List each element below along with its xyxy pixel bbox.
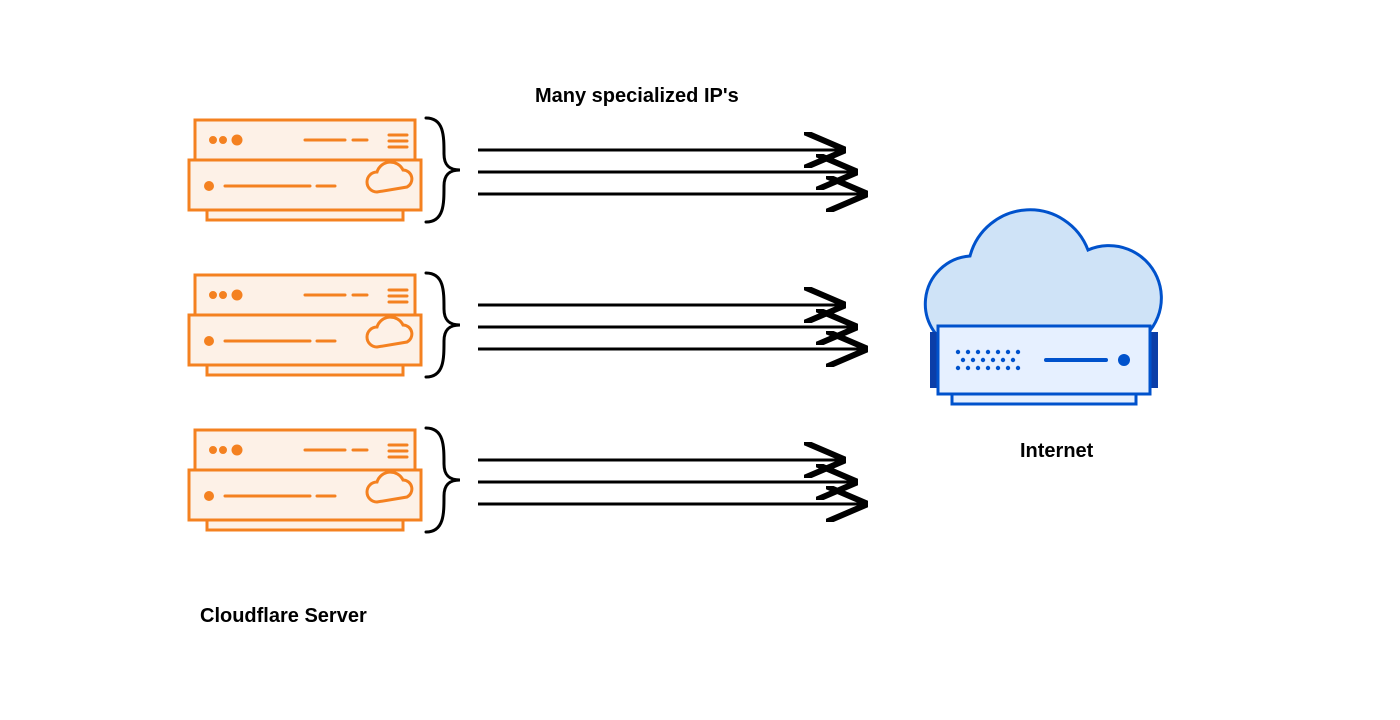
internet-group <box>925 210 1161 404</box>
server-stack-1 <box>189 120 421 220</box>
arrow-group-3 <box>478 460 862 504</box>
arrow-group-2 <box>478 305 862 349</box>
server-stack-3 <box>189 430 421 530</box>
brace-1 <box>426 118 460 222</box>
brace-3 <box>426 428 460 532</box>
brace-2 <box>426 273 460 377</box>
diagram-stage: Many specialized IP's Cloudflare Server … <box>0 0 1400 720</box>
internet-server-icon <box>930 326 1158 404</box>
server-stack-2 <box>189 275 421 375</box>
arrow-group-1 <box>478 150 862 194</box>
